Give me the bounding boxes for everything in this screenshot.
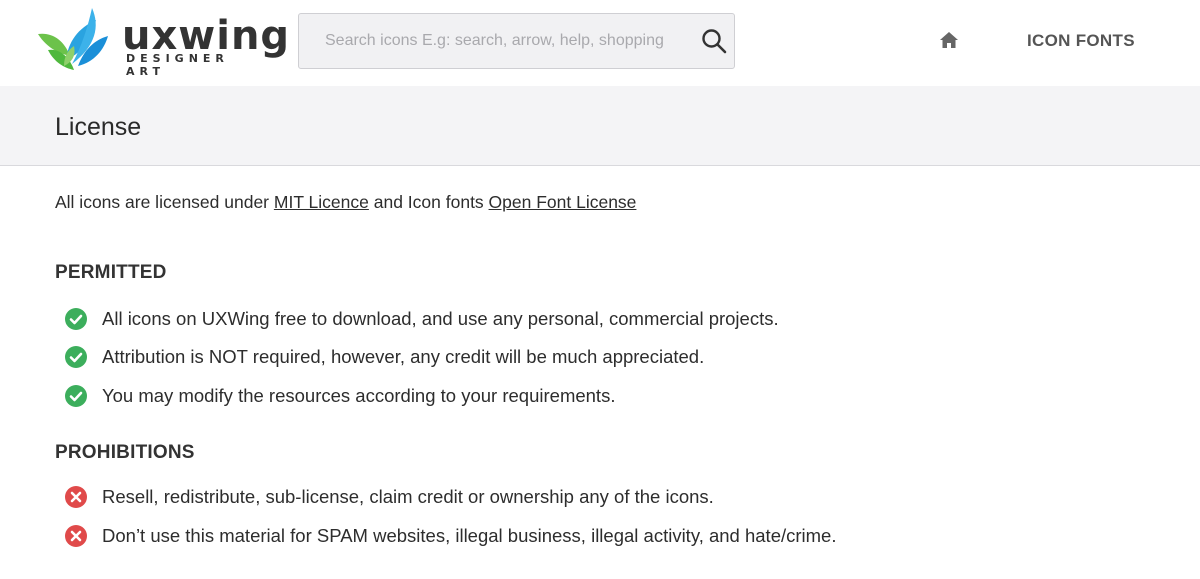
intro-middle: and Icon fonts — [368, 192, 489, 212]
search-icon[interactable] — [700, 27, 728, 55]
intro-prefix: All icons are licensed under — [55, 192, 274, 212]
x-circle-icon — [65, 486, 87, 508]
check-circle-icon — [65, 385, 87, 407]
logo-tagline: DESIGNER ART — [126, 52, 229, 78]
check-circle-icon — [65, 346, 87, 368]
x-circle-icon — [65, 525, 87, 547]
nav-icon-fonts[interactable]: ICON FONTS — [1027, 31, 1135, 51]
license-content: All icons are licensed under MIT Licence… — [55, 190, 1155, 547]
permitted-heading: PERMITTED — [55, 262, 167, 283]
open-font-license-link[interactable]: Open Font License — [489, 192, 637, 212]
mit-licence-link[interactable]: MIT Licence — [274, 192, 369, 212]
check-circle-icon — [65, 308, 87, 330]
prohibition-item-text: Don’t use this material for SPAM website… — [102, 525, 837, 546]
permitted-item-text: All icons on UXWing free to download, an… — [102, 308, 779, 329]
search-input[interactable] — [299, 14, 689, 68]
prohibition-item: Resell, redistribute, sub-license, claim… — [65, 484, 714, 510]
search-box — [298, 13, 735, 69]
wing-logo-icon — [38, 8, 108, 70]
permitted-item: Attribution is NOT required, however, an… — [65, 344, 704, 370]
permitted-item: You may modify the resources according t… — [65, 383, 615, 409]
prohibition-item: Don’t use this material for SPAM website… — [65, 523, 837, 549]
prohibitions-heading: PROHIBITIONS — [55, 442, 195, 463]
permitted-item-text: You may modify the resources according t… — [102, 385, 616, 406]
page-title-band: License — [0, 86, 1200, 166]
home-icon[interactable] — [938, 30, 960, 50]
prohibition-item-text: Resell, redistribute, sub-license, claim… — [102, 486, 714, 507]
logo-wordmark: uxwing — [122, 13, 291, 59]
site-header: uxwing DESIGNER ART ICON FONTS — [0, 0, 1200, 86]
permitted-item: All icons on UXWing free to download, an… — [65, 306, 779, 332]
uxwing-logo[interactable]: uxwing DESIGNER ART — [34, 6, 289, 78]
page-title: License — [55, 113, 142, 141]
license-intro: All icons are licensed under MIT Licence… — [55, 190, 1155, 214]
permitted-item-text: Attribution is NOT required, however, an… — [102, 346, 705, 367]
